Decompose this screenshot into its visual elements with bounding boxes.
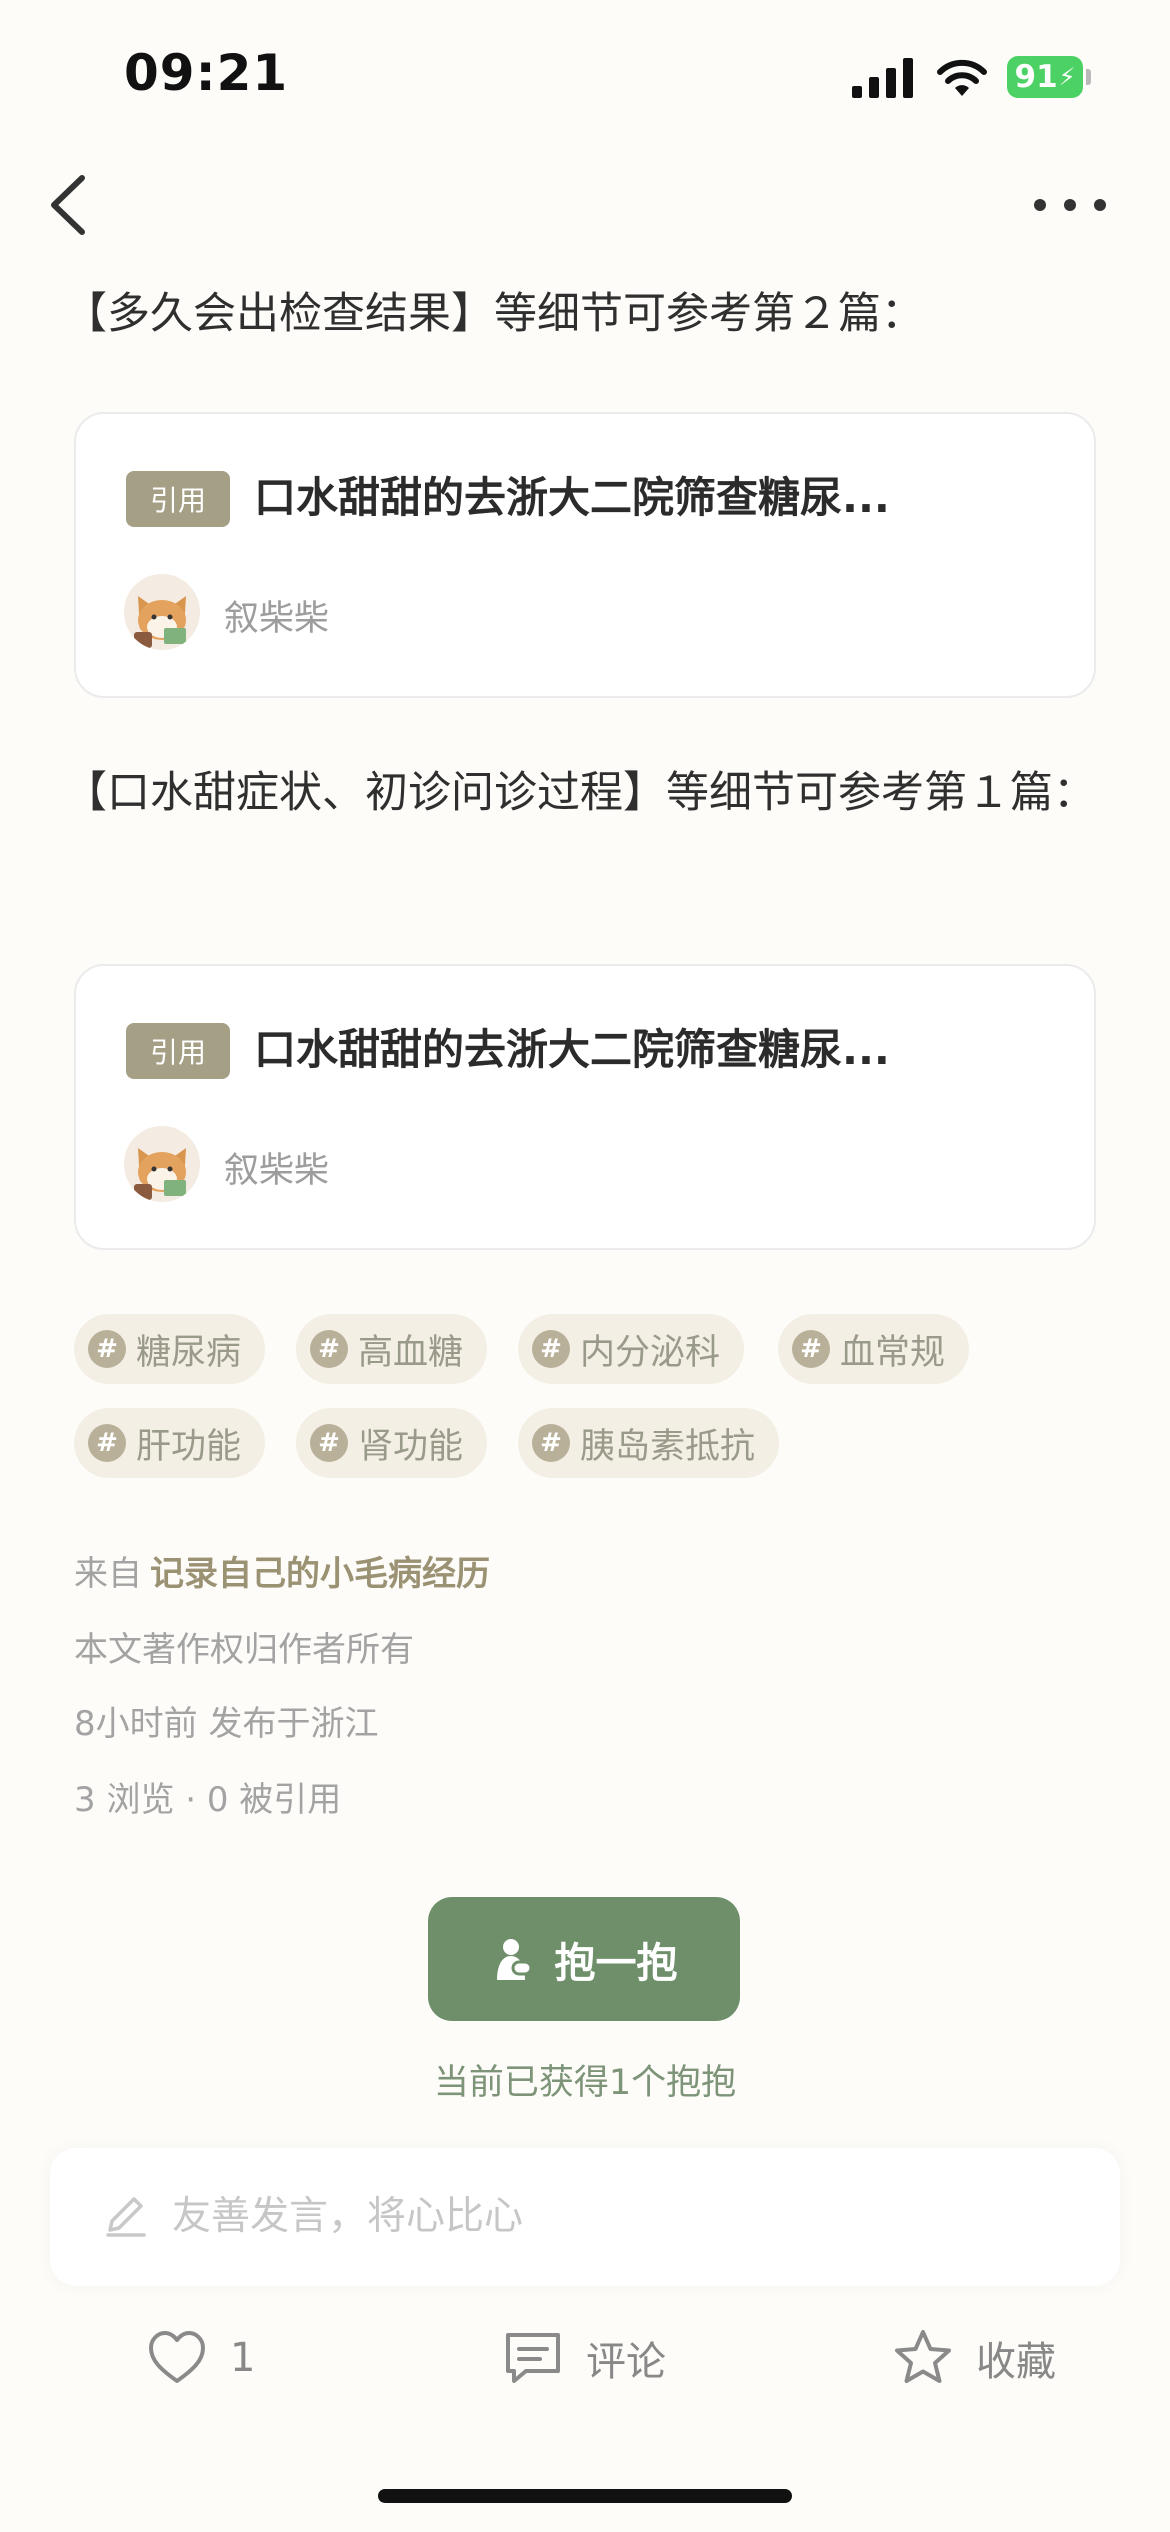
source-circle: 来自 记录自己的小毛病经历 <box>74 1546 490 1595</box>
more-dots-icon[interactable] <box>1030 190 1110 220</box>
tag-chip[interactable]: # 肝功能 <box>74 1408 266 1478</box>
wifi-icon <box>937 59 987 96</box>
battery-cap <box>1086 69 1091 85</box>
battery-level: 91 <box>1014 59 1058 95</box>
hug-icon <box>496 1939 532 1980</box>
author-avatar[interactable] <box>124 1126 200 1202</box>
tag-label: 内分泌科 <box>580 1332 721 1373</box>
view-stats: 3 浏览 · 0 被引用 <box>74 1780 342 1820</box>
home-indicator <box>378 2489 792 2503</box>
author-avatar[interactable] <box>124 574 200 650</box>
hug-count-note: 当前已获得1个抱抱 <box>433 2063 737 2103</box>
tag-chip[interactable]: # 糖尿病 <box>74 1314 266 1384</box>
tag-label: 肾功能 <box>358 1426 464 1467</box>
battery-indicator: 91 ⚡ <box>1007 56 1083 98</box>
tag-chip[interactable]: # 肾功能 <box>296 1408 488 1478</box>
star-icon <box>895 2330 951 2383</box>
citation-card[interactable]: 引用 口水甜甜的去浙大二院筛查糖尿... 叙柴柴 <box>74 964 1096 1250</box>
hashtag-icon: # <box>310 1330 348 1368</box>
comment-action[interactable]: 评论 <box>502 2318 666 2398</box>
tag-label: 肝功能 <box>136 1426 242 1467</box>
citation-author[interactable]: 叙柴柴 <box>224 590 329 641</box>
publish-time-location: 8小时前 发布于浙江 <box>74 1704 379 1744</box>
hashtag-icon: # <box>792 1330 830 1368</box>
hashtag-icon: # <box>88 1424 126 1462</box>
source-prefix: 来自 <box>74 1554 142 1594</box>
comment-bubble-icon <box>506 2333 560 2383</box>
citation-card[interactable]: 引用 口水甜甜的去浙大二院筛查糖尿... 叙柴柴 <box>74 412 1096 698</box>
status-bar: 09:21 91 ⚡ <box>0 0 1170 150</box>
comment-input[interactable] <box>172 2181 1032 2251</box>
tag-label: 糖尿病 <box>136 1332 242 1373</box>
tag-label: 胰岛素抵抗 <box>580 1426 756 1467</box>
hashtag-icon: # <box>310 1424 348 1462</box>
like-count: 1 <box>230 2335 256 2381</box>
tag-chip[interactable]: # 胰岛素抵抗 <box>518 1408 780 1478</box>
tag-chip[interactable]: # 内分泌科 <box>518 1314 745 1384</box>
hashtag-icon: # <box>532 1424 570 1462</box>
tag-label: 高血糖 <box>358 1332 464 1373</box>
comment-box[interactable] <box>50 2148 1120 2286</box>
article-paragraph: 【口水甜症状、初诊问诊过程】等细节可参考第１篇： <box>64 768 1096 818</box>
copyright-note: 本文著作权归作者所有 <box>74 1630 414 1670</box>
tag-chip[interactable]: # 高血糖 <box>296 1314 488 1384</box>
citation-badge: 引用 <box>126 1023 230 1079</box>
article-paragraph: 【多久会出检查结果】等细节可参考第２篇： <box>64 289 924 339</box>
shiba-avatar-icon <box>124 1126 200 1202</box>
status-time: 09:21 <box>124 44 289 102</box>
hug-button[interactable]: 抱一抱 <box>428 1897 740 2021</box>
tag-label: 血常规 <box>840 1332 946 1373</box>
favorite-action[interactable]: 收藏 <box>892 2318 1056 2398</box>
charging-bolt-icon: ⚡ <box>1058 63 1076 91</box>
source-circle-link[interactable]: 记录自己的小毛病经历 <box>150 1554 490 1594</box>
citation-title[interactable]: 口水甜甜的去浙大二院筛查糖尿... <box>254 1016 1054 1077</box>
citation-badge: 引用 <box>126 471 230 527</box>
comment-label: 评论 <box>586 2339 666 2385</box>
shiba-avatar-icon <box>124 574 200 650</box>
cellular-signal-icon <box>852 58 913 98</box>
pen-icon <box>106 2197 146 2237</box>
back-chevron-icon[interactable] <box>44 170 94 240</box>
citation-title[interactable]: 口水甜甜的去浙大二院筛查糖尿... <box>254 464 1054 525</box>
heart-icon <box>149 2331 205 2383</box>
hashtag-icon: # <box>88 1330 126 1368</box>
like-action[interactable]: 1 <box>146 2318 255 2398</box>
tag-chip[interactable]: # 血常规 <box>778 1314 970 1384</box>
favorite-label: 收藏 <box>976 2339 1056 2385</box>
citation-author[interactable]: 叙柴柴 <box>224 1142 329 1193</box>
hashtag-icon: # <box>532 1330 570 1368</box>
hug-button-label: 抱一抱 <box>554 1939 678 1987</box>
